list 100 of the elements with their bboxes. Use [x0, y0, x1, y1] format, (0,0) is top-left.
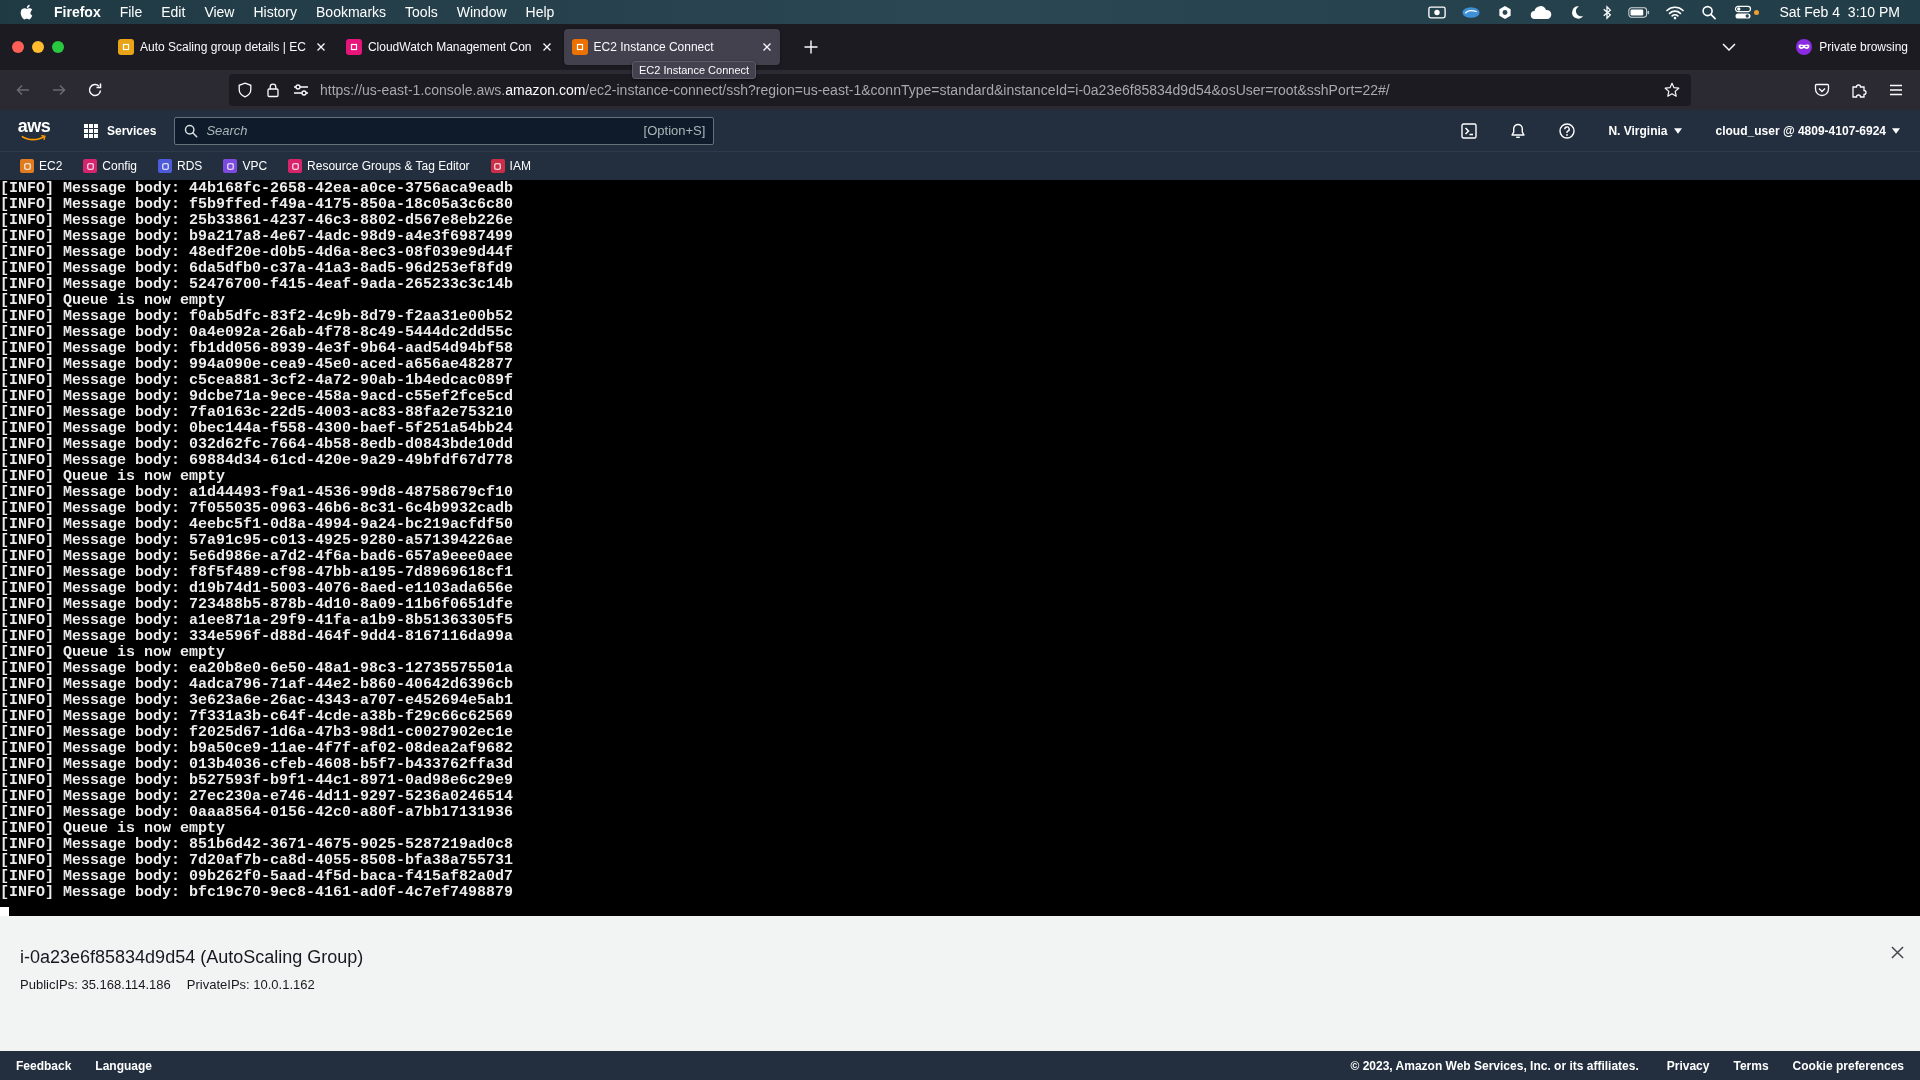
terminal-line: [INFO] Message body: 7d20af7b-ca8d-4055-8508-bfa38a755731 [0, 853, 514, 869]
menu-item[interactable]: File [119, 4, 143, 20]
menu-icon[interactable] [1888, 82, 1904, 98]
terminal-line: [INFO] Message body: c5cea881-3cf2-4a72-90ab-1b4edcac089f [0, 373, 514, 389]
private-browsing-label: Private browsing [1819, 40, 1908, 54]
window-zoom-icon[interactable] [52, 41, 64, 53]
bell-icon[interactable] [1510, 122, 1527, 139]
keyboard-shortcut-hint: [Option+S] [643, 122, 706, 139]
terminal-line: [INFO] Message body: 723488b5-878b-4d10-8a09-11b6f0651dfe [0, 597, 514, 613]
address-bar[interactable]: https://us-east-1.console.aws.amazon.com/ec2-instance-connect/ssh?region=us-east-1&connType=standard&instanceId=i-0a23e6f85834d9d54&osUser=root&sshPort=22#/ [229, 74, 1691, 106]
caret-icon [1892, 127, 1900, 134]
text-cursor-icon [0, 907, 9, 916]
terminal-line: [INFO] Message body: bfc19c70-9ec8-4161-ad0f-4c7ef7498879 [0, 885, 514, 901]
region-selector-button[interactable]: N. Virginia [1608, 119, 1682, 142]
footer-link[interactable]: Feedback [16, 1058, 72, 1073]
chevron-down-icon[interactable] [1722, 43, 1737, 51]
terminal-line: [INFO] Message body: 4adca796-71af-44e2-b860-40642d6396cb [0, 677, 514, 693]
battery-icon[interactable] [1628, 4, 1651, 20]
mask-icon [1796, 39, 1813, 55]
terminal-line: [INFO] Message body: 7fa0163c-22d5-4003-ac83-88fa2e753210 [0, 405, 514, 421]
footer-link[interactable]: Privacy [1666, 1058, 1710, 1073]
help-icon[interactable] [1559, 122, 1576, 139]
status-dot-icon [1754, 9, 1760, 15]
terminal-line: [INFO] Message body: 0a4e092a-26ab-4f78-8c49-5444dc2dd55c [0, 325, 514, 341]
shield-icon[interactable] [237, 82, 253, 98]
terminal-line: [INFO] Message body: f0ab5dfc-83f2-4c9b-8d79-f2aa31e00b52 [0, 309, 514, 325]
tab-tooltip: EC2 Instance Connect [632, 61, 757, 79]
terminal-line: [INFO] Queue is now empty [0, 821, 226, 837]
apple-logo-icon[interactable] [20, 4, 33, 20]
terminal-line: [INFO] Message body: b9a50ce9-11ae-4f7f-af02-08dea2af9682 [0, 741, 514, 757]
menu-item[interactable]: Window [456, 4, 507, 20]
window-minimize-icon[interactable] [32, 41, 44, 53]
bluetooth-icon[interactable] [1602, 4, 1613, 20]
terminal-line: [INFO] Queue is now empty [0, 293, 226, 309]
terminal-line: [INFO] Message body: 0bec144a-f558-4300-baef-5f251a54bb24 [0, 421, 514, 437]
terminal-line: [INFO] Message body: f5b9ffed-f49a-4175-850a-18c05a3c6c80 [0, 197, 514, 213]
grid-icon [84, 123, 98, 138]
private-ip-text: PrivateIPs: 10.0.1.162 [186, 977, 315, 993]
footer-link[interactable]: Terms [1733, 1058, 1769, 1073]
close-icon[interactable] [1891, 946, 1904, 959]
puzzle-piece-icon[interactable] [1851, 82, 1867, 98]
terminal-line: [INFO] Message body: f2025d67-1d6a-47b3-98d1-c0027902ec1e [0, 725, 514, 741]
menu-item[interactable]: Tools [405, 4, 438, 20]
favorite-service-link[interactable]: EC2 [20, 159, 63, 173]
menu-item[interactable]: View [204, 4, 235, 20]
terminal-line: [INFO] Message body: 25b33861-4237-46c3-8802-d567e8eb226e [0, 213, 514, 229]
window-close-icon[interactable] [12, 41, 24, 53]
menu-item[interactable]: Edit [161, 4, 186, 20]
copyright-text: © 2023, Amazon Web Services, Inc. or its affiliates. [1350, 1058, 1639, 1073]
oval-swirl-icon[interactable] [1462, 4, 1481, 20]
pocket-icon[interactable] [1814, 82, 1830, 98]
terminal-line: [INFO] Message body: 09b262f0-5aad-4f5d-baca-f415af82a0d7 [0, 869, 514, 885]
terminal-line: [INFO] Message body: 013b4036-cfeb-4608-b5f7-b433762ffa3d [0, 757, 514, 773]
favorite-service-link[interactable]: VPC [223, 159, 268, 173]
terminal-line: [INFO] Message body: 994a090e-cea9-45e0-aced-a656ae482877 [0, 357, 514, 373]
url-text[interactable]: https://us-east-1.console.aws.amazon.com/ec2-instance-connect/ssh?region=us-east-1&connType=standard&instanceId=i-0a23e6f85834d9d54&osUser=root&sshPort=22#/ [320, 82, 1390, 98]
browser-tab[interactable]: EC2 Instance Connect [563, 29, 780, 65]
terminal-line: [INFO] Message body: 6da5dfb0-c37a-41a3-8ad5-96d253ef8fd9 [0, 261, 514, 277]
terminal-line: [INFO] Message body: ea20b8e0-6e50-48a1-98c3-12735575501a [0, 661, 514, 677]
wifi-icon[interactable] [1666, 4, 1685, 20]
footer-link[interactable]: Cookie preferences [1792, 1058, 1904, 1073]
search-icon[interactable] [1700, 4, 1719, 20]
menu-item[interactable]: Bookmarks [316, 4, 387, 20]
menu-item[interactable]: Help [525, 4, 555, 20]
instance-title: i-0a23e6f85834d9d54 (AutoScaling Group) [20, 946, 364, 968]
terminal-icon[interactable] [1461, 122, 1478, 139]
footer-link[interactable]: Language [95, 1058, 153, 1073]
terminal-line: [INFO] Message body: 4eebc5f1-0d8a-4994-9a24-bc219acfdf50 [0, 517, 514, 533]
menu-bar-clock[interactable]: Sat Feb 4 3:10 PM [1779, 4, 1900, 20]
terminal-line: [INFO] Queue is now empty [0, 469, 226, 485]
terminal-line: [INFO] Message body: 032d62fc-7664-4b58-8edb-d0843bde10dd [0, 437, 514, 453]
terminal-line: [INFO] Message body: a1d44493-f9a1-4536-99d8-48758679cf10 [0, 485, 514, 501]
reload-icon[interactable] [87, 82, 103, 98]
star-icon[interactable] [1664, 82, 1680, 98]
terminal-line: [INFO] Message body: a1ee871a-29f9-41fa-a1b9-8b51363305f5 [0, 613, 514, 629]
terminal-line: [INFO] Message body: d19b74d1-5003-4076-8aed-e1103ada656e [0, 581, 514, 597]
lock-icon[interactable] [265, 82, 281, 98]
terminal-line: [INFO] Message body: 44b168fc-2658-42ea-a0ce-3756aca9eadb [0, 181, 514, 197]
favorite-service-link[interactable]: Config [83, 159, 138, 173]
favorite-service-link[interactable]: Resource Groups & Tag Editor [288, 159, 470, 173]
services-button[interactable]: Services [84, 119, 157, 142]
terminal-line: [INFO] Message body: 5e6d986e-a7d2-4f6a-bad6-657a9eee0aee [0, 549, 514, 565]
browser-tab[interactable]: CloudWatch Management Con [337, 29, 560, 65]
menu-app-name[interactable]: Firefox [54, 4, 101, 20]
terminal-line: [INFO] Message body: 0aaa8564-0156-42c0-a80f-a7bb17131936 [0, 805, 514, 821]
new-tab-plus-icon[interactable] [803, 40, 818, 54]
aws-logo[interactable]: aws [18, 119, 50, 142]
sliders-icon[interactable] [293, 82, 309, 98]
terminal-line: [INFO] Message body: 9dcbe71a-9ece-458a-9acd-c55ef2fce5cd [0, 389, 514, 405]
menu-item[interactable]: History [253, 4, 298, 20]
favorite-service-link[interactable]: IAM [490, 159, 531, 173]
terminal-line: [INFO] Message body: 69884d34-61cd-420e-9a29-49bfdf67d778 [0, 453, 514, 469]
favorite-service-link[interactable]: RDS [158, 159, 203, 173]
browser-tab[interactable]: Auto Scaling group details | EC [110, 29, 334, 65]
toggle-switches-icon[interactable] [1734, 4, 1753, 20]
terminal-line: [INFO] Message body: fb1dd056-8939-4e3f-9b64-aad54d94bf58 [0, 341, 514, 357]
cloud-icon[interactable] [1530, 4, 1553, 20]
account-menu-button[interactable]: cloud_user @ 4809-4107-6924 [1715, 119, 1900, 142]
record-icon[interactable] [1428, 4, 1447, 20]
public-ip-text: PublicIPs: 35.168.114.186 [20, 977, 171, 993]
